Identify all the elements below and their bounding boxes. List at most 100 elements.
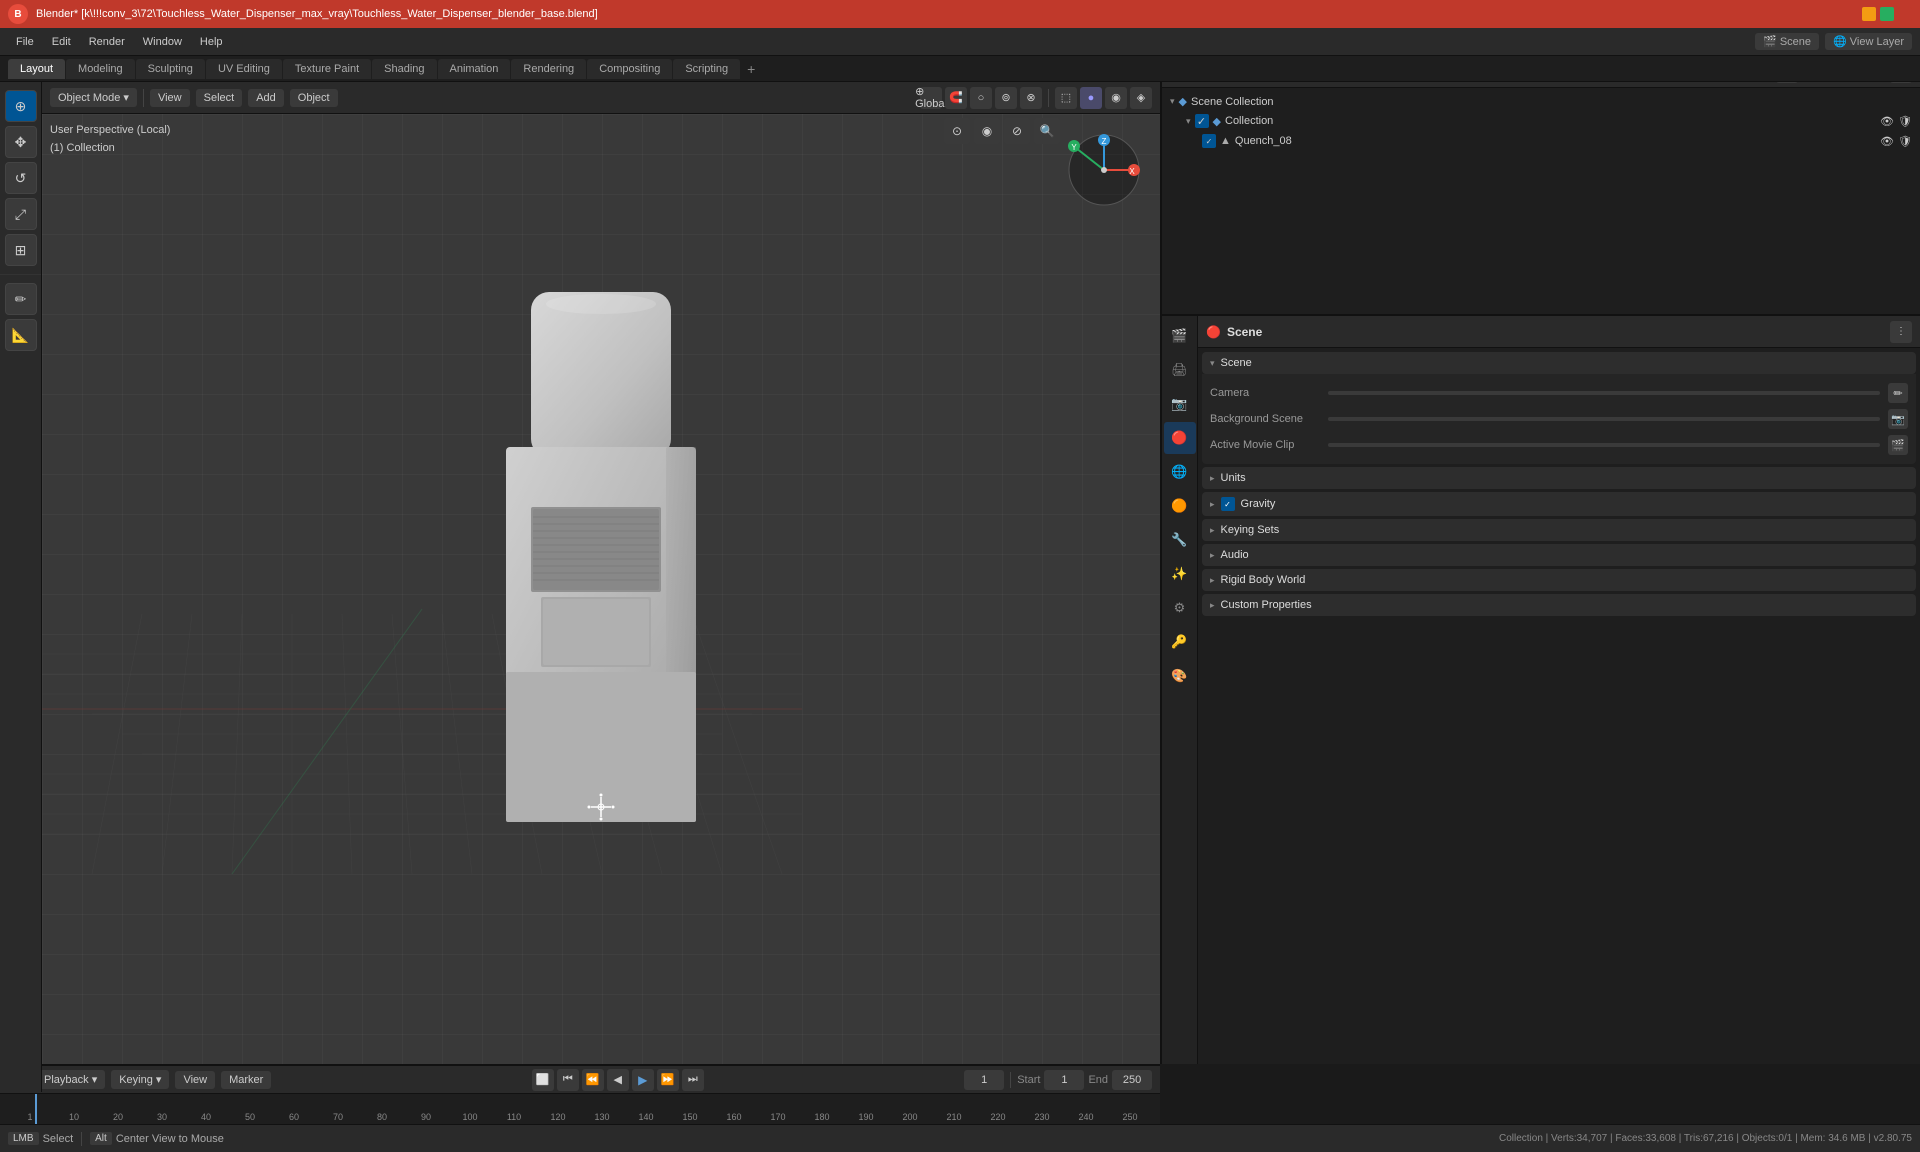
object-menu[interactable]: Object (290, 89, 338, 107)
units-section-header[interactable]: ▸ Units (1202, 467, 1916, 489)
menu-help[interactable]: Help (192, 32, 231, 52)
viewport-overlays: ⊕ Global 🧲 ○ ⊚ ⊗ (920, 87, 1042, 109)
play-reverse-btn[interactable]: ◀ (607, 1069, 629, 1091)
annotate-tool[interactable]: ✏ (5, 283, 37, 315)
prop-scene-icon[interactable]: 🔴 (1164, 422, 1196, 454)
tab-layout[interactable]: Layout (8, 59, 65, 79)
3d-viewport[interactable]: User Perspective (Local) (1) Collection (42, 114, 1160, 1064)
prop-world-icon[interactable]: 🌐 (1164, 456, 1196, 488)
quench-visibility[interactable]: 👁 (1880, 134, 1894, 148)
tab-animation[interactable]: Animation (438, 59, 511, 79)
measure-tool[interactable]: 📐 (5, 319, 37, 351)
scene-selector[interactable]: 🎬 Scene (1755, 33, 1819, 50)
movie-clip-value[interactable] (1328, 443, 1880, 447)
camera-value[interactable] (1328, 391, 1880, 395)
collection-visibility[interactable]: 👁 (1880, 114, 1894, 128)
jump-start-btn[interactable]: ⏮ (557, 1069, 579, 1091)
jump-end-btn[interactable]: ⏭ (682, 1069, 704, 1091)
end-frame[interactable]: 250 (1112, 1070, 1152, 1090)
prop-object-icon[interactable]: 🟠 (1164, 490, 1196, 522)
view-menu[interactable]: View (150, 89, 190, 107)
prop-view-layer-icon[interactable]: 📷 (1164, 388, 1196, 420)
quench-checkbox[interactable]: ✓ (1202, 134, 1216, 148)
gravity-checkbox[interactable]: ✓ (1221, 497, 1235, 511)
current-frame[interactable]: 1 (964, 1070, 1004, 1090)
outliner-quench[interactable]: ✓ ▲ Quench_08 👁 🛡 (1162, 131, 1920, 151)
scale-tool[interactable]: ⤢ (5, 198, 37, 230)
transform-tool[interactable]: ⊞ (5, 234, 37, 266)
tab-uv-editing[interactable]: UV Editing (206, 59, 282, 79)
move-tool[interactable]: ✥ (5, 126, 37, 158)
prop-material-icon[interactable]: 🎨 (1164, 660, 1196, 692)
rotate-tool[interactable]: ↺ (5, 162, 37, 194)
maximize-button[interactable] (1880, 7, 1894, 21)
audio-section-header[interactable]: ▸ Audio (1202, 544, 1916, 566)
props-menu-btn[interactable]: ⋮ (1890, 321, 1912, 343)
menu-edit[interactable]: Edit (44, 32, 79, 52)
scene-section-header[interactable]: ▾ Scene (1202, 352, 1916, 374)
prop-physics-icon[interactable]: ⚙ (1164, 592, 1196, 624)
view-menu-timeline[interactable]: View (175, 1071, 215, 1089)
viewport-search-icon[interactable]: 🔍 (1034, 118, 1060, 144)
viewport-overlay-icon[interactable]: ◉ (974, 118, 1000, 144)
close-button[interactable] (1898, 7, 1912, 21)
custom-properties-header[interactable]: ▸ Custom Properties (1202, 594, 1916, 616)
tab-modeling[interactable]: Modeling (66, 59, 135, 79)
gizmo-toggle[interactable]: ⊗ (1020, 87, 1042, 109)
timeline-ruler[interactable]: 1 10 20 30 40 50 60 70 80 90 100 110 120… (0, 1094, 1160, 1126)
solid-shading[interactable]: ● (1080, 87, 1102, 109)
tab-compositing[interactable]: Compositing (587, 59, 672, 79)
navigation-widget[interactable]: X Y Z (1064, 130, 1144, 210)
next-frame-btn[interactable]: ⏩ (657, 1069, 679, 1091)
stop-btn[interactable]: ⬜ (532, 1069, 554, 1091)
menu-file[interactable]: File (8, 32, 42, 52)
tl-30: 30 (140, 1112, 184, 1122)
background-scene-value[interactable] (1328, 417, 1880, 421)
marker-menu[interactable]: Marker (221, 1071, 271, 1089)
prop-render-icon[interactable]: 🎬 (1164, 320, 1196, 352)
view-layer-selector[interactable]: 🌐 View Layer (1825, 33, 1912, 50)
tab-scripting[interactable]: Scripting (673, 59, 740, 79)
keying-sets-header[interactable]: ▸ Keying Sets (1202, 519, 1916, 541)
prop-particles-icon[interactable]: ✨ (1164, 558, 1196, 590)
add-workspace-button[interactable]: + (741, 59, 761, 79)
cursor-tool[interactable]: ⊕ (5, 90, 37, 122)
prop-modifier-icon[interactable]: 🔧 (1164, 524, 1196, 556)
start-frame[interactable]: 1 (1044, 1070, 1084, 1090)
prop-output-icon[interactable]: 🖨 (1164, 354, 1196, 386)
movie-clip-icon[interactable]: 🎬 (1888, 435, 1908, 455)
select-menu[interactable]: Select (196, 89, 243, 107)
rigid-body-world-header[interactable]: ▸ Rigid Body World (1202, 569, 1916, 591)
keying-menu[interactable]: Keying ▾ (111, 1070, 169, 1089)
quench-options[interactable]: 🛡 (1898, 134, 1912, 148)
prop-constraints-icon[interactable]: 🔑 (1164, 626, 1196, 658)
outliner-scene-collection[interactable]: ▾ ◆ Scene Collection (1162, 92, 1920, 111)
tab-sculpting[interactable]: Sculpting (136, 59, 205, 79)
background-scene-icon[interactable]: 📷 (1888, 409, 1908, 429)
tab-texture-paint[interactable]: Texture Paint (283, 59, 371, 79)
prev-frame-btn[interactable]: ⏪ (582, 1069, 604, 1091)
proportional-edit[interactable]: ○ (970, 87, 992, 109)
wire-shading[interactable]: ⬚ (1055, 87, 1077, 109)
tab-shading[interactable]: Shading (372, 59, 436, 79)
playback-menu[interactable]: Playback ▾ (36, 1070, 105, 1089)
snap-toggle[interactable]: 🧲 (945, 87, 967, 109)
add-menu[interactable]: Add (248, 89, 284, 107)
collection-checkbox[interactable]: ✓ (1195, 114, 1209, 128)
outliner-collection[interactable]: ▾ ✓ ◆ Collection 👁 🛡 (1162, 111, 1920, 131)
viewport-gizmo-icon[interactable]: ⊙ (944, 118, 970, 144)
global-orient[interactable]: ⊕ Global (920, 87, 942, 109)
gravity-section-header[interactable]: ▸ ✓ Gravity (1202, 492, 1916, 516)
overlay-toggle[interactable]: ⊚ (995, 87, 1017, 109)
material-shading[interactable]: ◉ (1105, 87, 1127, 109)
viewport-xray-icon[interactable]: ⊘ (1004, 118, 1030, 144)
menu-render[interactable]: Render (81, 32, 133, 52)
camera-edit-btn[interactable]: ✏ (1888, 383, 1908, 403)
play-btn[interactable]: ▶ (632, 1069, 654, 1091)
minimize-button[interactable] (1862, 7, 1876, 21)
collection-options[interactable]: 🛡 (1898, 114, 1912, 128)
render-shading[interactable]: ◈ (1130, 87, 1152, 109)
tab-rendering[interactable]: Rendering (511, 59, 586, 79)
menu-window[interactable]: Window (135, 32, 190, 52)
object-mode-dropdown[interactable]: Object Mode ▾ (50, 88, 137, 107)
